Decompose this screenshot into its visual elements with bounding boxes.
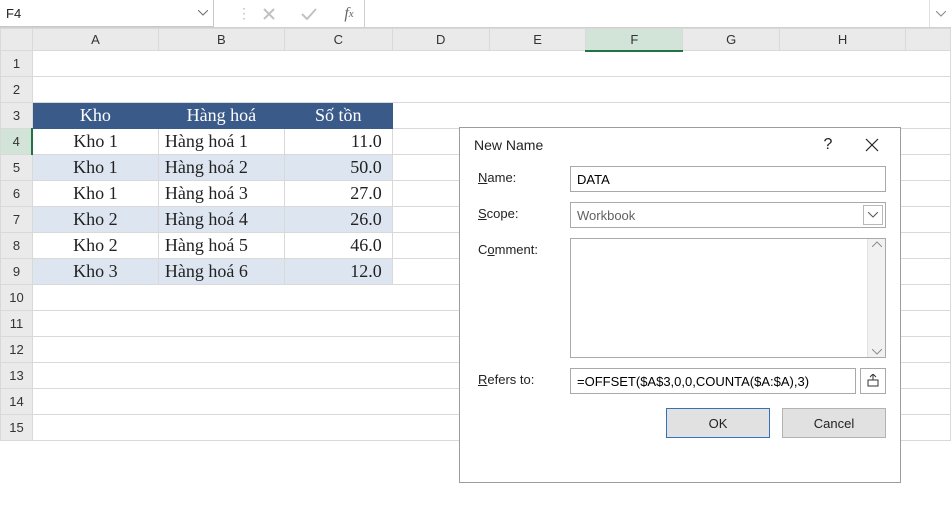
formula-bar-separator: ⋮ [242,0,246,27]
col-edge [905,29,950,51]
cancel-button[interactable]: Cancel [782,408,886,438]
comment-label: Comment: [478,238,570,257]
row-5[interactable]: 5 [1,155,33,181]
formula-bar: F4 ⋮ fx [0,0,951,28]
row-15[interactable]: 15 [1,415,33,441]
cell-B8[interactable]: Hàng hoá 5 [158,233,284,259]
name-box[interactable]: F4 [0,0,214,27]
row-8[interactable]: 8 [1,233,33,259]
dialog-help-button[interactable]: ? [806,128,850,162]
formula-input[interactable] [364,0,929,27]
refers-to-collapse-button[interactable] [860,368,886,394]
row-1[interactable]: 1 [1,51,33,77]
scroll-up-icon[interactable] [872,241,882,247]
cell-B7[interactable]: Hàng hoá 4 [158,207,284,233]
refers-to-input[interactable] [570,368,856,394]
col-E[interactable]: E [489,29,586,51]
cell-C5[interactable]: 50.0 [284,155,392,181]
formula-bar-expand-icon[interactable] [929,0,951,27]
dialog-titlebar[interactable]: New Name ? [460,128,900,162]
scope-value: Workbook [577,208,635,223]
enter-formula-icon [300,5,318,23]
col-F[interactable]: F [586,29,683,51]
comment-scrollbar[interactable] [867,239,885,357]
cell-B5[interactable]: Hàng hoá 2 [158,155,284,181]
col-C[interactable]: C [284,29,392,51]
cell-B9[interactable]: Hàng hoá 6 [158,259,284,285]
row-6[interactable]: 6 [1,181,33,207]
ok-button[interactable]: OK [666,408,770,438]
table-header-soton: Số tồn [284,103,392,129]
row-12[interactable]: 12 [1,337,33,363]
cell-B4[interactable]: Hàng hoá 1 [158,129,284,155]
row-3[interactable]: 3 [1,103,33,129]
row-13[interactable]: 13 [1,363,33,389]
new-name-dialog: New Name ? Name: Scope: Workbook Comment… [459,127,901,483]
table-header-kho: Kho [32,103,158,129]
cell-C6[interactable]: 27.0 [284,181,392,207]
name-box-dropdown-icon[interactable] [195,5,211,21]
scroll-down-icon[interactable] [872,349,882,355]
col-B[interactable]: B [158,29,284,51]
row-11[interactable]: 11 [1,311,33,337]
col-D[interactable]: D [392,29,489,51]
scope-dropdown-button[interactable] [863,205,883,225]
cell-C4[interactable]: 11.0 [284,129,392,155]
row-14[interactable]: 14 [1,389,33,415]
cell-A6[interactable]: Kho 1 [32,181,158,207]
cell-A7[interactable]: Kho 2 [32,207,158,233]
dialog-close-button[interactable] [850,128,894,162]
comment-textarea[interactable] [570,238,886,358]
refers-to-label: Refers to: [478,368,570,387]
scope-label: Scope: [478,202,570,221]
name-label: Name: [478,166,570,185]
cell-C9[interactable]: 12.0 [284,259,392,285]
cell-A9[interactable]: Kho 3 [32,259,158,285]
cell-A8[interactable]: Kho 2 [32,233,158,259]
cell-A4[interactable]: Kho 1 [32,129,158,155]
scope-dropdown[interactable]: Workbook [570,202,886,228]
column-header-row: A B C D E F G H [1,29,951,51]
row-9[interactable]: 9 [1,259,33,285]
cell-C7[interactable]: 26.0 [284,207,392,233]
table-header-hanghoa: Hàng hoá [158,103,284,129]
cell-B6[interactable]: Hàng hoá 3 [158,181,284,207]
name-input[interactable] [570,166,886,192]
row-4[interactable]: 4 [1,129,33,155]
select-all-corner[interactable] [1,29,33,51]
col-G[interactable]: G [683,29,780,51]
name-box-value: F4 [6,6,21,21]
row-7[interactable]: 7 [1,207,33,233]
col-A[interactable]: A [32,29,158,51]
fx-icon[interactable]: fx [340,5,358,23]
row-2[interactable]: 2 [1,77,33,103]
row-10[interactable]: 10 [1,285,33,311]
cell-A5[interactable]: Kho 1 [32,155,158,181]
formula-bar-buttons: fx [254,0,364,27]
dialog-title: New Name [474,137,806,153]
cancel-formula-icon [260,5,278,23]
col-H[interactable]: H [780,29,906,51]
cell-C8[interactable]: 46.0 [284,233,392,259]
